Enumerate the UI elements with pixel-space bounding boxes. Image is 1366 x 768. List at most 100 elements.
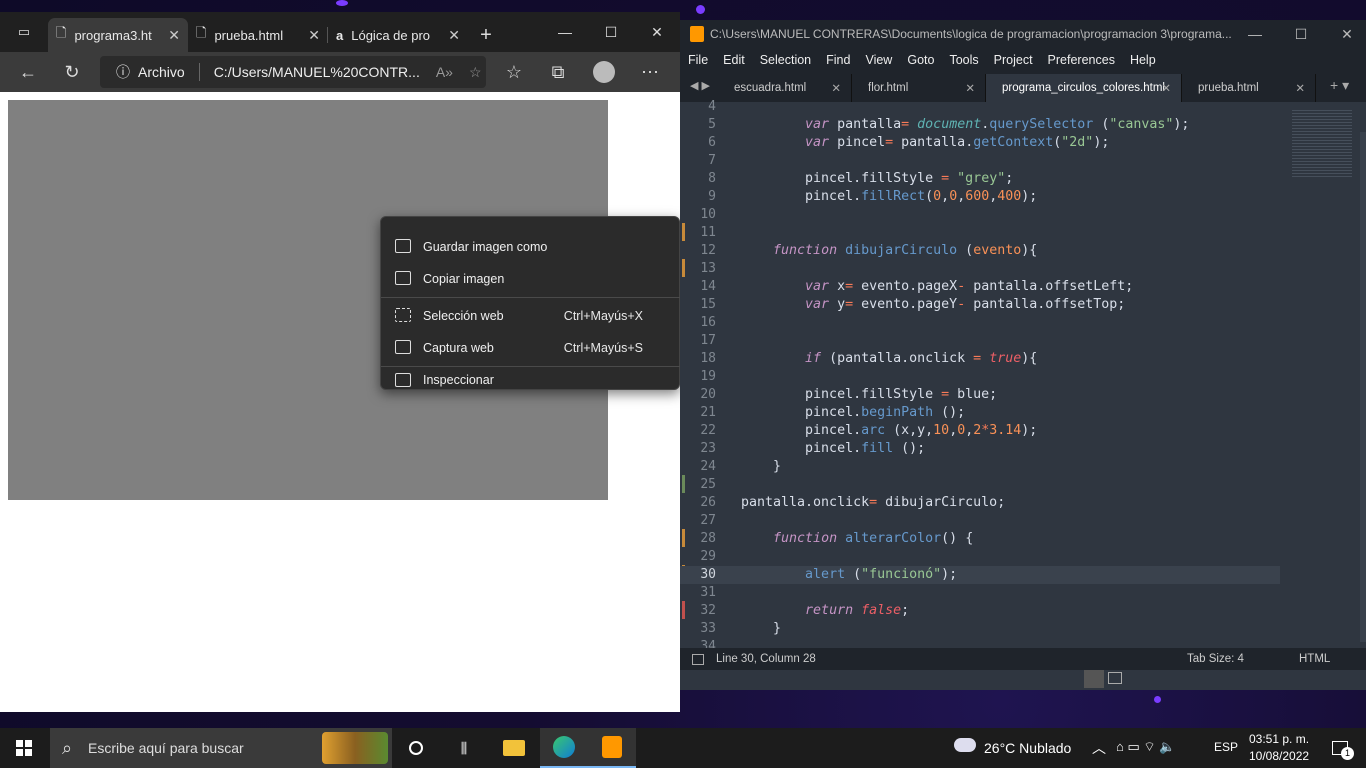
menu-edit[interactable]: Edit [723,53,745,67]
menu-tools[interactable]: Tools [949,53,978,67]
menu-file[interactable]: File [688,53,708,67]
inspect-icon [395,373,411,387]
save-image-icon [395,239,411,253]
panel-toggle-icon[interactable] [1108,672,1122,684]
file-explorer-icon[interactable] [490,728,538,768]
system-tray-icons[interactable]: ⌂ ▭ ⌔ 🔈 [1116,739,1175,755]
chevron-up-icon[interactable]: ︿ [1092,738,1106,758]
address-url[interactable]: C:/Users/MANUEL%20CONTR... [214,64,420,80]
clock-date[interactable]: 10/08/2022 [1249,749,1309,763]
menu-divider [381,297,681,298]
line-number: 31 [700,585,716,600]
code-area[interactable]: var pantalla= document.querySelector ("c… [736,102,1336,648]
editor-tab[interactable]: flor.html ✕ [852,74,986,102]
close-window-icon[interactable]: ✕ [634,12,680,52]
menu-preferences[interactable]: Preferences [1048,53,1115,67]
line-number: 17 [700,333,716,348]
add-favorite-icon[interactable]: ☆ [469,64,482,81]
read-aloud-icon[interactable]: A» [436,64,453,80]
weather-text[interactable]: 26°C Nublado [984,740,1071,756]
editor-tab[interactable]: prueba.html ✕ [1182,74,1316,102]
close-tab-icon[interactable]: ✕ [831,81,841,95]
browser-tab[interactable]: a Lógica de pro ✕ [328,18,468,52]
close-window-icon[interactable]: ✕ [1324,20,1366,48]
edge-taskbar-icon[interactable] [540,728,588,768]
editor-tab[interactable]: escuadra.html ✕ [718,74,852,102]
close-tab-icon[interactable]: ✕ [308,27,320,44]
menu-item-web-select[interactable]: Selección web Ctrl+Mayús+X [381,301,681,331]
address-bar[interactable]: ⓘ Archivo C:/Users/MANUEL%20CONTR... A» … [100,56,486,88]
menu-item-inspect[interactable]: Inspeccionar [381,370,681,390]
line-number: 18 [700,351,716,366]
close-tab-icon[interactable]: ✕ [1161,81,1171,95]
windows-start-icon[interactable] [0,728,48,768]
cursor-position: Line 30, Column 28 [716,653,816,665]
menu-item-copy-image[interactable]: Copiar imagen [381,264,681,294]
web-capture-icon [395,340,411,354]
close-tab-icon[interactable]: ✕ [965,81,975,95]
notifications-icon[interactable]: 1 [1316,728,1364,768]
menu-help[interactable]: Help [1130,53,1156,67]
line-number: 6 [708,135,716,150]
editor-tab-active[interactable]: programa_circulos_colores.html ✕ [986,74,1182,102]
menu-selection[interactable]: Selection [760,53,811,67]
code-minimap[interactable] [1280,102,1366,648]
editor-titlebar: C:\Users\MANUEL CONTRERAS\Documents\logi… [680,20,1366,48]
input-language[interactable]: ESP [1214,740,1238,754]
clock-time[interactable]: 03:51 p. m. [1249,732,1309,746]
widgets-icon[interactable]: ⫼ [440,728,488,768]
new-file-icon[interactable]: + ▾ [1330,77,1349,94]
line-number: 11 [700,225,716,240]
menu-item-web-capture[interactable]: Captura web Ctrl+Mayús+S [381,333,681,363]
line-number: 27 [700,513,716,528]
line-number: 15 [700,297,716,312]
modified-line-marker [682,601,685,619]
minimize-icon[interactable]: — [542,12,588,52]
line-number: 32 [700,603,716,618]
menu-goto[interactable]: Goto [907,53,934,67]
editor-menubar: File Edit Selection Find View Goto Tools… [680,48,1366,72]
editor-window: C:\Users\MANUEL CONTRERAS\Documents\logi… [680,20,1366,690]
menu-view[interactable]: View [865,53,892,67]
menu-find[interactable]: Find [826,53,850,67]
minimize-icon[interactable]: — [1232,20,1278,48]
line-number: 33 [700,621,716,636]
favorites-icon[interactable]: ☆ [494,52,534,92]
sidebar-toggle-icon[interactable] [692,653,704,665]
new-tab-icon[interactable]: + [468,18,504,52]
line-number: 25 [700,477,716,492]
close-tab-icon[interactable]: ✕ [168,27,180,44]
context-menu: Guardar imagen como Copiar imagen Selecc… [380,216,681,390]
refresh-icon[interactable]: ↻ [52,52,92,92]
browser-tab[interactable]: 🗋 programa3.ht ✕ [48,18,188,52]
maximize-icon[interactable]: ☐ [1278,20,1324,48]
back-icon[interactable]: ← [8,52,48,92]
editor-scrollbar[interactable] [1360,132,1366,642]
sublime-logo-icon [690,26,704,42]
line-number: 23 [700,441,716,456]
close-tab-icon[interactable]: ✕ [448,27,460,44]
taskbar-search-box[interactable]: ⌕ Escribe aquí para buscar [50,728,392,768]
task-view-icon[interactable] [392,728,440,768]
syntax-mode[interactable]: HTML [1299,653,1330,665]
editor-title: C:\Users\MANUEL CONTRERAS\Documents\logi… [710,27,1232,41]
tab-actions-icon[interactable]: ▭ [0,12,48,52]
tab-scroll-arrows-icon[interactable]: ◀ ▶ [690,79,710,92]
maximize-icon[interactable]: ☐ [588,12,634,52]
close-tab-icon[interactable]: ✕ [1295,81,1305,95]
line-number-gutter: 4 5 6 7 8 9 10 11 12 13 14 15 16 17 18 19 20 21 22 23 24 25 26… [680,99,736,654]
more-options-icon[interactable]: ⋯ [630,52,670,92]
line-number: 4 [708,99,716,114]
menu-item-save-image[interactable]: Guardar imagen como [381,232,681,262]
profile-avatar[interactable] [584,52,624,92]
panel-toggle-icon[interactable] [1084,670,1104,688]
menu-item-shortcut: Ctrl+Mayús+S [563,341,643,355]
sublime-taskbar-icon[interactable] [588,728,636,768]
browser-tab-label: programa3.ht [74,27,152,43]
collections-icon[interactable]: ⧉ [538,52,578,92]
browser-tab[interactable]: 🗋 prueba.html ✕ [188,18,328,52]
menu-project[interactable]: Project [994,53,1033,67]
added-line-marker [682,475,685,493]
tab-size[interactable]: Tab Size: 4 [1187,653,1244,665]
line-number: 21 [700,405,716,420]
